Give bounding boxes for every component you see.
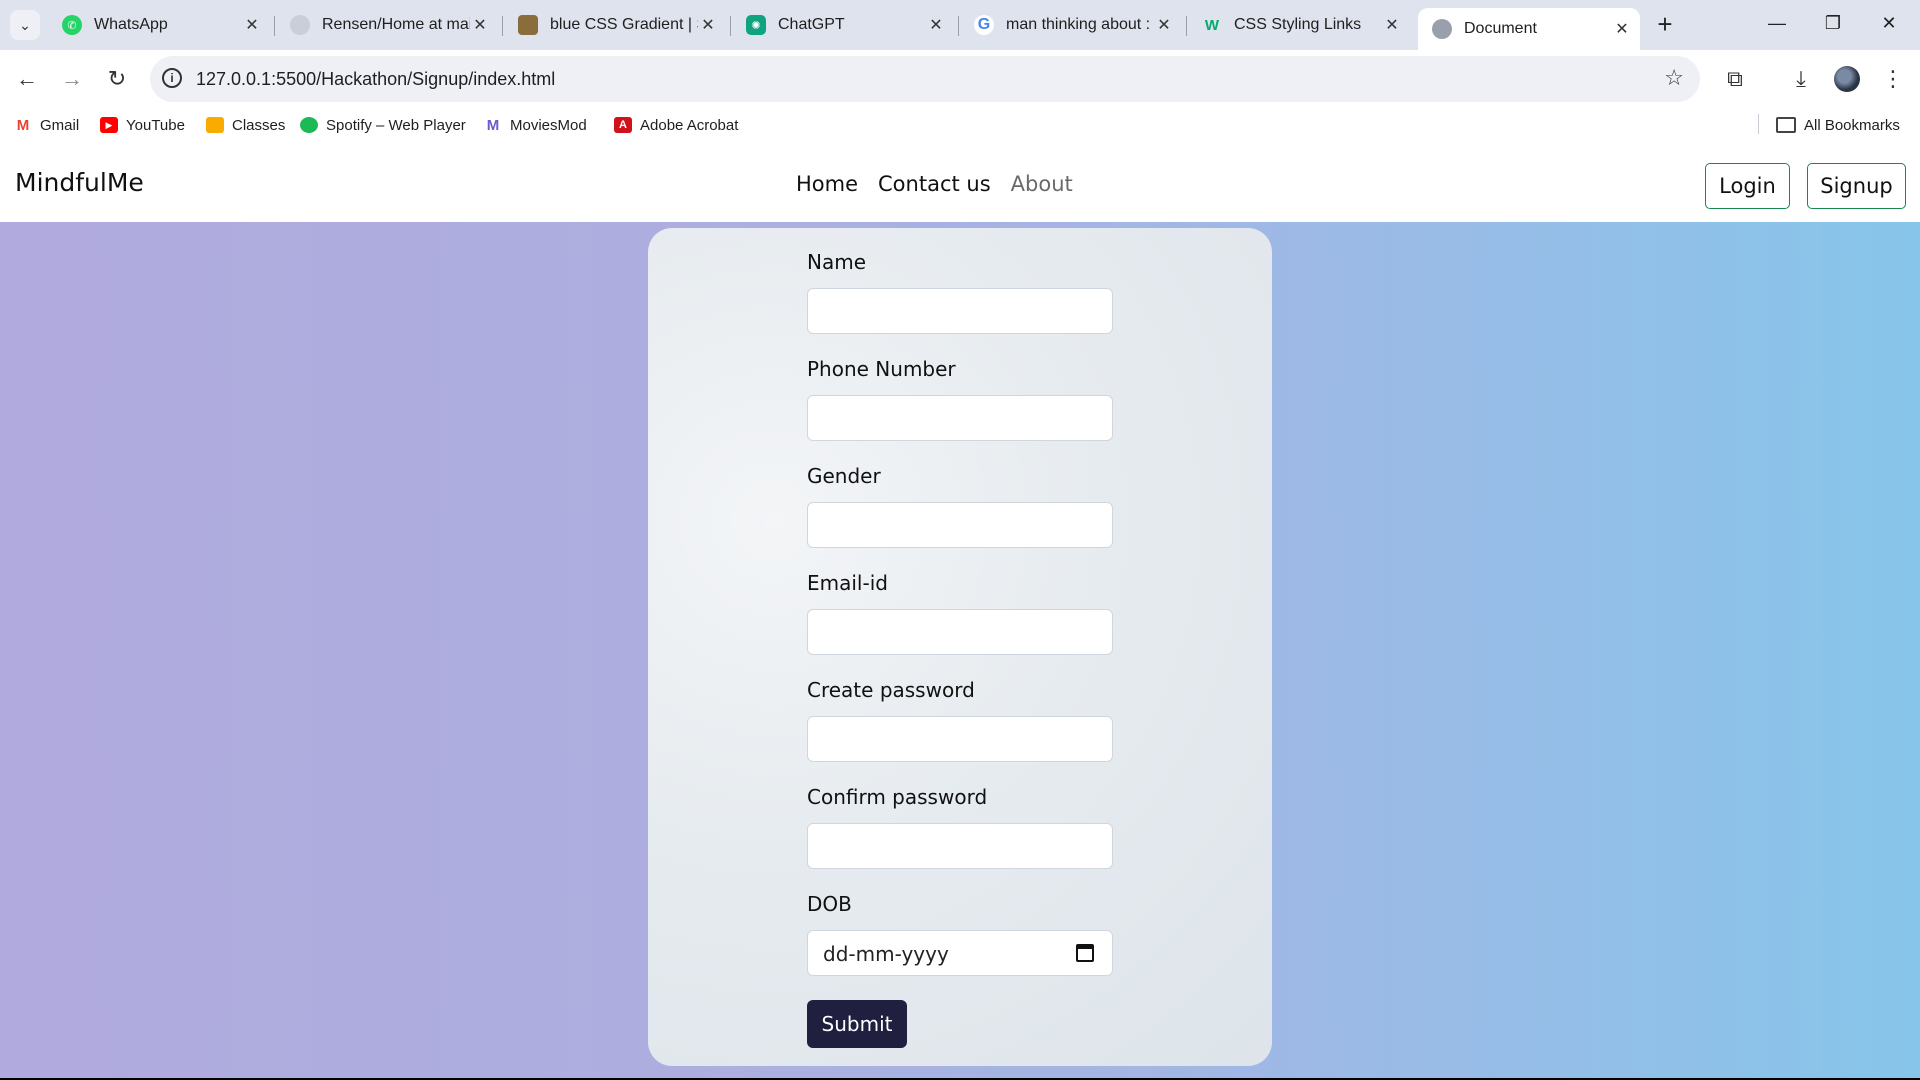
bookmark-youtube[interactable]: ▶ YouTube — [100, 115, 185, 135]
bookmark-moviesmod[interactable]: M MoviesMod — [484, 115, 587, 135]
email-label: Email-id — [807, 571, 888, 595]
reload-icon[interactable]: ↻ — [100, 62, 134, 96]
gender-label: Gender — [807, 464, 881, 488]
confirm-password-input[interactable] — [807, 823, 1113, 869]
menu-icon[interactable]: ⋮ — [1876, 62, 1910, 96]
tab-separator — [502, 16, 503, 36]
whatsapp-icon: ✆ — [62, 15, 82, 35]
classroom-icon — [206, 117, 224, 133]
bookmark-gmail[interactable]: M Gmail — [14, 115, 79, 135]
brand-logo[interactable]: MindfulMe — [15, 168, 144, 197]
download-icon[interactable]: ⤓ — [1784, 62, 1818, 96]
bookmark-spotify[interactable]: Spotify – Web Player — [300, 115, 466, 135]
email-input[interactable] — [807, 609, 1113, 655]
calendar-icon[interactable] — [1076, 944, 1094, 962]
minimize-icon[interactable]: — — [1752, 8, 1802, 38]
profile-avatar[interactable] — [1834, 66, 1860, 92]
tab-separator — [958, 16, 959, 36]
chevron-down-icon: ⌄ — [19, 16, 31, 33]
tab-search-button[interactable]: ⌄ — [10, 10, 40, 40]
folder-icon — [1776, 117, 1796, 133]
close-icon[interactable]: ✕ — [242, 15, 262, 35]
nav-links: Home Contact us About — [796, 172, 1073, 196]
name-input[interactable] — [807, 288, 1113, 334]
tab-chatgpt[interactable]: ✺ ChatGPT ✕ — [732, 8, 954, 42]
google-icon: G — [974, 15, 994, 35]
extensions-icon[interactable]: ⧉ — [1718, 62, 1752, 96]
tab-w3schools[interactable]: W CSS Styling Links ✕ — [1188, 8, 1410, 42]
acrobat-icon: A — [614, 117, 632, 133]
tab-google[interactable]: G man thinking about : ✕ — [960, 8, 1182, 42]
tab-strip: ⌄ ✆ WhatsApp ✕ Rensen/Home at mai ✕ blue… — [0, 0, 1920, 50]
close-icon[interactable]: ✕ — [1154, 15, 1174, 35]
signup-section: Name Phone Number Gender Email-id Create… — [0, 222, 1920, 1078]
tab-separator — [730, 16, 731, 36]
nav-about-link[interactable]: About — [1011, 172, 1073, 196]
w3schools-icon: W — [1204, 16, 1220, 34]
bookmarks-bar: M Gmail ▶ YouTube Classes Spotify – Web … — [0, 108, 1920, 142]
browser-toolbar: ← → ↻ i 127.0.0.1:5500/Hackathon/Signup/… — [0, 50, 1920, 108]
dob-label: DOB — [807, 892, 852, 916]
signup-button[interactable]: Signup — [1807, 163, 1906, 209]
site-info-icon[interactable]: i — [162, 68, 182, 88]
globe-icon — [1432, 19, 1452, 39]
github-icon — [290, 15, 310, 35]
gender-input[interactable] — [807, 502, 1113, 548]
youtube-icon: ▶ — [100, 117, 118, 133]
new-tab-button[interactable]: + — [1650, 10, 1680, 40]
dob-placeholder: dd-mm-yyyy — [823, 942, 949, 966]
name-label: Name — [807, 250, 867, 274]
restore-icon[interactable]: ❐ — [1808, 8, 1858, 38]
chatgpt-icon: ✺ — [746, 15, 766, 35]
phone-input[interactable] — [807, 395, 1113, 441]
phone-label: Phone Number — [807, 357, 956, 381]
dob-input[interactable]: dd-mm-yyyy — [807, 930, 1113, 976]
site-navbar: MindfulMe Home Contact us About Login Si… — [0, 142, 1920, 222]
tab-separator — [274, 16, 275, 36]
tab-github[interactable]: Rensen/Home at mai ✕ — [276, 8, 498, 42]
tab-document[interactable]: Document ✕ — [1418, 8, 1640, 50]
window-close-icon[interactable]: ✕ — [1864, 8, 1914, 38]
create-password-label: Create password — [807, 678, 975, 702]
bookmark-classes[interactable]: Classes — [206, 115, 285, 135]
site-icon — [518, 15, 538, 35]
back-icon[interactable]: ← — [10, 62, 44, 96]
page-viewport: MindfulMe Home Contact us About Login Si… — [0, 142, 1920, 1078]
tab-whatsapp[interactable]: ✆ WhatsApp ✕ — [48, 8, 270, 42]
signup-card: Name Phone Number Gender Email-id Create… — [648, 228, 1272, 1066]
nav-contact-link[interactable]: Contact us — [878, 172, 991, 196]
close-icon[interactable]: ✕ — [1612, 19, 1632, 39]
create-password-input[interactable] — [807, 716, 1113, 762]
moviesmod-icon: M — [486, 116, 500, 134]
tab-css-gradient[interactable]: blue CSS Gradient | S ✕ — [504, 8, 726, 42]
nav-home-link[interactable]: Home — [796, 172, 858, 196]
all-bookmarks[interactable]: All Bookmarks — [1776, 115, 1900, 135]
bookmark-star-icon[interactable]: ☆ — [1664, 65, 1684, 91]
forward-icon[interactable]: → — [55, 62, 89, 96]
spotify-icon — [300, 117, 318, 133]
login-button[interactable]: Login — [1705, 163, 1790, 209]
submit-button[interactable]: Submit — [807, 1000, 907, 1048]
close-icon[interactable]: ✕ — [1382, 15, 1402, 35]
close-icon[interactable]: ✕ — [926, 15, 946, 35]
bookmark-acrobat[interactable]: A Adobe Acrobat — [614, 115, 738, 135]
confirm-password-label: Confirm password — [807, 785, 988, 809]
url-text[interactable]: 127.0.0.1:5500/Hackathon/Signup/index.ht… — [196, 69, 555, 90]
tab-separator — [1186, 16, 1187, 36]
gmail-icon: M — [16, 116, 30, 134]
address-bar[interactable]: i 127.0.0.1:5500/Hackathon/Signup/index.… — [150, 56, 1700, 102]
bookmarks-divider — [1758, 114, 1759, 134]
close-icon[interactable]: ✕ — [698, 15, 718, 35]
close-icon[interactable]: ✕ — [470, 15, 490, 35]
